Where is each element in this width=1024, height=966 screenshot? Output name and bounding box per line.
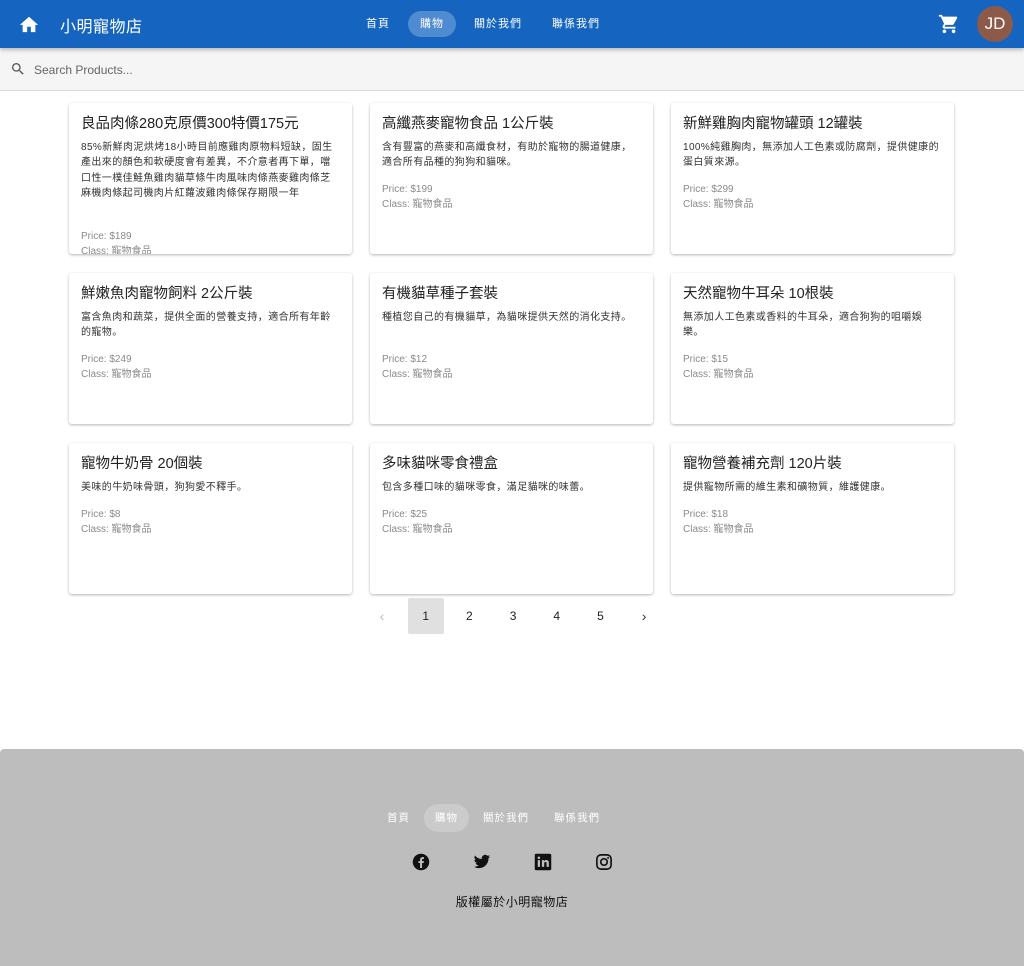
product-class: Class: 寵物食品 xyxy=(382,369,453,380)
product-price: Price: $8 xyxy=(81,509,121,520)
shopping-cart-icon[interactable] xyxy=(938,13,960,35)
footer-nav-home[interactable]: 首頁 xyxy=(376,804,421,832)
product-card[interactable]: 鮮嫩魚肉寵物飼料 2公斤裝 富含魚肉和蔬菜，提供全面的營養支持，適合所有年齡的寵… xyxy=(69,273,352,424)
product-card[interactable]: 良品肉條280克原價300特價175元 85%新鮮肉泥烘烤18小時目前應雞肉原物… xyxy=(69,103,352,254)
footer-nav-shop[interactable]: 購物 xyxy=(424,804,469,832)
footer-nav: 首頁 購物 關於我們 聯係我們 xyxy=(376,804,614,832)
product-price: Price: $25 xyxy=(382,509,428,520)
product-title: 多味貓咪零食禮盒 xyxy=(382,456,498,472)
product-title: 有機貓草種子套裝 xyxy=(382,286,498,302)
product-class: Class: 寵物食品 xyxy=(81,369,152,380)
footer-nav-about[interactable]: 關於我們 xyxy=(472,804,540,832)
product-card[interactable]: 多味貓咪零食禮盒 包含多種口味的貓咪零食，滿足貓咪的味蕾。 Price: $25… xyxy=(370,443,653,594)
product-description: 美味的牛奶味骨頭，狗狗愛不釋手。 xyxy=(81,482,248,493)
product-price: Price: $189 xyxy=(81,231,132,242)
product-price: Price: $12 xyxy=(382,354,428,365)
search-icon xyxy=(10,61,26,77)
product-card[interactable]: 高纖燕麥寵物食品 1公斤裝 含有豐富的燕麥和高纖食材，有助於寵物的腸道健康，適合… xyxy=(370,103,653,254)
product-card[interactable]: 有機貓草種子套裝 種植您自己的有機貓草，為貓咪提供天然的消化支持。 Price:… xyxy=(370,273,653,424)
page-button-4[interactable]: 4 xyxy=(539,598,575,634)
nav-item-home[interactable]: 首頁 xyxy=(354,11,402,37)
facebook-icon[interactable] xyxy=(412,853,430,871)
product-price: Price: $18 xyxy=(683,509,729,520)
nav-item-contact[interactable]: 聯係我們 xyxy=(540,11,612,37)
product-class: Class: 寵物食品 xyxy=(683,369,754,380)
product-description: 100%純雞胸肉，無添加人工色素或防腐劑，提供健康的蛋白質來源。 xyxy=(683,142,939,169)
copyright-text: 版權屬於小明寵物店 xyxy=(455,895,569,909)
next-page-button[interactable]: › xyxy=(626,598,662,634)
instagram-icon[interactable] xyxy=(595,853,613,871)
twitter-icon[interactable] xyxy=(473,853,491,871)
product-description: 85%新鮮肉泥烘烤18小時目前應雞肉原物料短缺，固生產出來的顏色和軟硬度會有差異… xyxy=(81,142,333,199)
page-button-5[interactable]: 5 xyxy=(582,598,618,634)
pagination: ‹ 1 2 3 4 5 › xyxy=(364,598,670,634)
product-description: 提供寵物所需的維生素和礦物質，維護健康。 xyxy=(683,482,891,493)
social-links xyxy=(412,853,613,871)
prev-page-button[interactable]: ‹ xyxy=(364,598,400,634)
user-avatar[interactable]: JD xyxy=(977,6,1013,42)
product-title: 天然寵物牛耳朵 10根裝 xyxy=(683,286,834,302)
product-price: Price: $249 xyxy=(81,354,132,365)
nav-item-about[interactable]: 關於我們 xyxy=(462,11,534,37)
product-title: 鮮嫩魚肉寵物飼料 2公斤裝 xyxy=(81,286,253,302)
product-price: Price: $299 xyxy=(683,184,734,195)
product-description: 含有豐富的燕麥和高纖食材，有助於寵物的腸道健康，適合所有品種的狗狗和貓咪。 xyxy=(382,142,632,169)
product-title: 寵物營養補充劑 120片裝 xyxy=(683,456,842,472)
product-price: Price: $199 xyxy=(382,184,433,195)
product-description: 包含多種口味的貓咪零食，滿足貓咪的味蕾。 xyxy=(382,482,590,493)
footer: 首頁 購物 關於我們 聯係我們 版權屬於小明寵物店 xyxy=(0,749,1024,966)
nav-item-shop[interactable]: 購物 xyxy=(408,11,456,37)
product-price: Price: $15 xyxy=(683,354,729,365)
home-icon[interactable] xyxy=(18,14,40,34)
page-button-2[interactable]: 2 xyxy=(451,598,487,634)
product-class: Class: 寵物食品 xyxy=(81,524,152,535)
product-title: 良品肉條280克原價300特價175元 xyxy=(81,116,299,132)
product-title: 高纖燕麥寵物食品 1公斤裝 xyxy=(382,116,554,132)
search-input[interactable] xyxy=(32,58,636,82)
product-card[interactable]: 新鮮雞胸肉寵物罐頭 12罐裝 100%純雞胸肉，無添加人工色素或防腐劑，提供健康… xyxy=(671,103,954,254)
search-bar xyxy=(0,48,1024,91)
brand-title[interactable]: 小明寵物店 xyxy=(60,13,143,37)
product-card[interactable]: 寵物牛奶骨 20個裝 美味的牛奶味骨頭，狗狗愛不釋手。 Price: $8 Cl… xyxy=(69,443,352,594)
footer-nav-contact[interactable]: 聯係我們 xyxy=(543,804,611,832)
product-description: 富含魚肉和蔬菜，提供全面的營養支持，適合所有年齡的寵物。 xyxy=(81,312,331,339)
product-class: Class: 寵物食品 xyxy=(683,199,754,210)
product-description: 無添加人工色素或香料的牛耳朵，適合狗狗的咀嚼娛樂。 xyxy=(683,312,923,339)
product-class: Class: 寵物食品 xyxy=(382,524,453,535)
page-button-3[interactable]: 3 xyxy=(495,598,531,634)
product-title: 新鮮雞胸肉寵物罐頭 12罐裝 xyxy=(683,116,863,132)
product-card[interactable]: 寵物營養補充劑 120片裝 提供寵物所需的維生素和礦物質，維護健康。 Price… xyxy=(671,443,954,594)
product-description: 種植您自己的有機貓草，為貓咪提供天然的消化支持。 xyxy=(382,312,632,323)
product-class: Class: 寵物食品 xyxy=(81,246,152,254)
linkedin-icon[interactable] xyxy=(534,853,552,871)
page-button-1[interactable]: 1 xyxy=(407,598,444,634)
main-nav: 首頁 購物 關於我們 聯係我們 xyxy=(354,11,612,37)
product-title: 寵物牛奶骨 20個裝 xyxy=(81,456,203,472)
product-class: Class: 寵物食品 xyxy=(382,199,453,210)
product-class: Class: 寵物食品 xyxy=(683,524,754,535)
app-bar: 小明寵物店 首頁 購物 關於我們 聯係我們 JD xyxy=(0,0,1024,48)
product-card[interactable]: 天然寵物牛耳朵 10根裝 無添加人工色素或香料的牛耳朵，適合狗狗的咀嚼娛樂。 P… xyxy=(671,273,954,424)
